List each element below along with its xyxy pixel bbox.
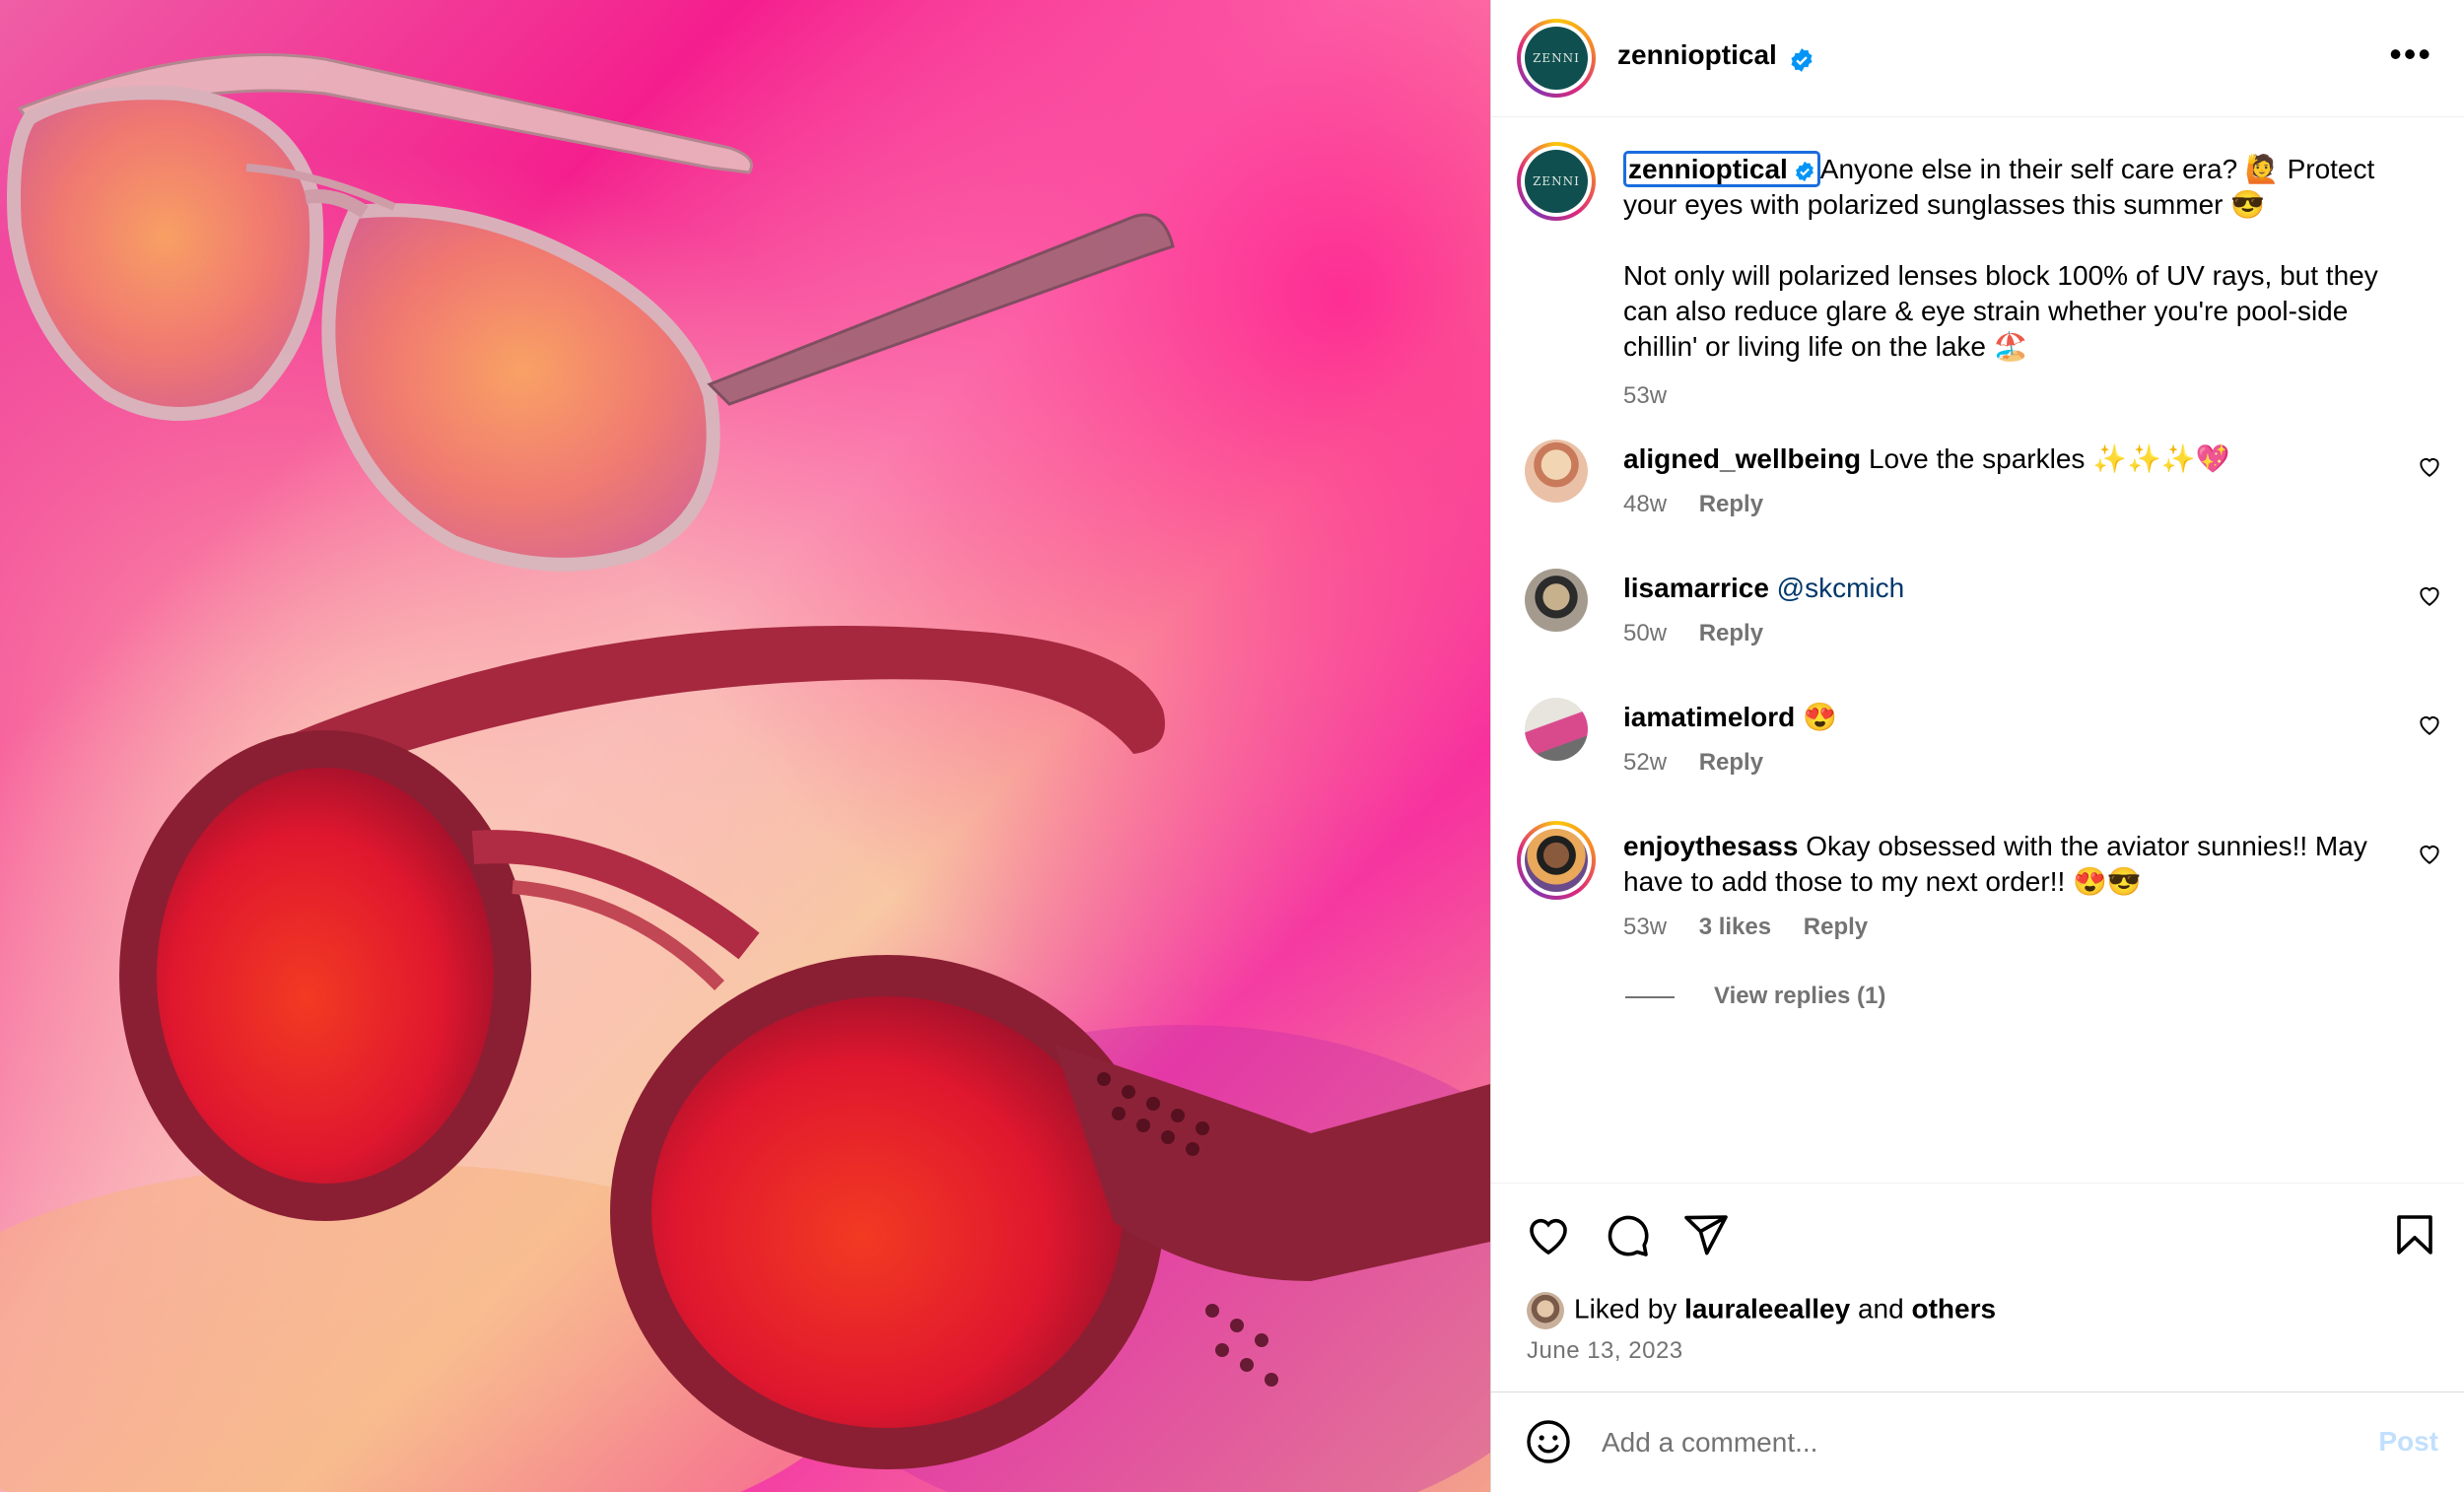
liked-others-link[interactable]: others (1911, 1293, 1996, 1323)
reply-button[interactable]: Reply (1699, 749, 1763, 776)
instagram-post-modal: ZENNI zennioptical ••• ZENNI zennioptica… (0, 0, 2464, 1492)
liker-username[interactable]: lauraleealley (1684, 1293, 1850, 1323)
caption-author-avatar[interactable]: ZENNI (1517, 142, 1596, 221)
post-details-pane: ZENNI zennioptical ••• ZENNI zennioptica… (1490, 0, 2464, 1492)
comment-time: 52w (1623, 749, 1668, 776)
commenter-username[interactable]: enjoythesass (1623, 831, 1798, 861)
commenter-avatar[interactable] (1525, 569, 1588, 632)
comment-body: iamatimelord 😍 (1623, 700, 2402, 735)
comment-text: 😍 (1803, 702, 1837, 732)
comment-meta: 50w Reply (1623, 620, 1789, 647)
more-options-icon[interactable]: ••• (2389, 36, 2432, 72)
view-replies-button[interactable]: View replies (1) (1625, 983, 1885, 1010)
post-date: June 13, 2023 (1527, 1337, 1683, 1364)
comment-like-heart-icon[interactable] (2417, 712, 2442, 737)
comment-body: enjoythesass Okay obsessed with the avia… (1623, 829, 2402, 900)
reply-button[interactable]: Reply (1699, 491, 1763, 517)
post-caption: zennioptical Anyone else in their self ca… (1623, 151, 2412, 414)
comment-time: 53w (1623, 914, 1668, 940)
caption-username-link[interactable]: zennioptical (1623, 151, 1820, 187)
heart-icon[interactable] (1525, 1211, 1572, 1258)
brand-logo: ZENNI (1525, 27, 1588, 90)
replies-divider-line (1625, 995, 1675, 998)
comment-meta: 48w Reply (1623, 491, 1789, 518)
post-comment-button[interactable]: Post (2378, 1426, 2438, 1458)
comment-bubble-icon[interactable] (1604, 1211, 1651, 1258)
comment-meta: 52w Reply (1623, 749, 1789, 777)
commenter-username[interactable]: iamatimelord (1623, 702, 1795, 732)
commenter-avatar (1525, 829, 1588, 892)
comment-body: lisamarrice @skcmich (1623, 571, 2402, 606)
bookmark-icon[interactable] (2391, 1211, 2438, 1258)
sunglasses-photo (0, 0, 1490, 1492)
author-avatar[interactable]: ZENNI (1517, 19, 1596, 98)
post-header: ZENNI zennioptical ••• (1491, 0, 2464, 117)
comment-time: 50w (1623, 620, 1668, 646)
comment-mention-link[interactable]: @skcmich (1777, 573, 1905, 603)
post-photo (0, 0, 1490, 1492)
commenter-avatar-story-ring[interactable] (1517, 821, 1596, 900)
commenter-avatar[interactable] (1525, 440, 1588, 503)
comment-text: Love the sparkles ✨✨✨💖 (1868, 443, 2230, 474)
liked-by-label: Liked by (1574, 1293, 1677, 1324)
caption-text-2: Not only will polarized lenses block 100… (1623, 260, 2378, 362)
commenter-username[interactable]: aligned_wellbeing (1623, 443, 1861, 474)
emoji-smiley-icon[interactable] (1525, 1418, 1572, 1465)
caption-time: 53w (1623, 382, 1668, 409)
comment-meta: 53w 3 likes Reply (1623, 914, 1893, 941)
comment-like-heart-icon[interactable] (2417, 453, 2442, 479)
liked-by-summary: Liked by lauraleealley and others (1527, 1292, 1996, 1329)
verified-badge-icon (1795, 161, 1814, 181)
paper-plane-icon[interactable] (1682, 1211, 1730, 1258)
view-replies-label[interactable]: View replies (1) (1714, 983, 1885, 1009)
commenter-username[interactable]: lisamarrice (1623, 573, 1769, 603)
brand-logo-small: ZENNI (1525, 150, 1588, 213)
verified-badge-icon (1791, 47, 1813, 72)
post-actions-section: Liked by lauraleealley and others June 1… (1491, 1183, 2464, 1392)
comment-like-heart-icon[interactable] (2417, 841, 2442, 866)
comment-likes-count[interactable]: 3 likes (1699, 914, 1771, 940)
liker-avatar[interactable] (1527, 1292, 1564, 1329)
add-comment-bar: Post (1491, 1391, 2464, 1493)
comments-scroll-area[interactable]: ZENNI zennioptical Anyone else in their s… (1491, 116, 2464, 1183)
commenter-avatar[interactable] (1525, 698, 1588, 761)
comment-like-heart-icon[interactable] (2417, 582, 2442, 608)
reply-button[interactable]: Reply (1699, 620, 1763, 646)
comment-time: 48w (1623, 491, 1668, 517)
author-username[interactable]: zennioptical (1617, 39, 1777, 70)
caption-username[interactable]: zennioptical (1628, 154, 1788, 184)
comment-input[interactable] (1600, 1416, 2293, 1469)
comment-body: aligned_wellbeing Love the sparkles ✨✨✨💖 (1623, 441, 2402, 477)
reply-button[interactable]: Reply (1804, 914, 1868, 940)
liked-and-label: and (1857, 1293, 1904, 1324)
